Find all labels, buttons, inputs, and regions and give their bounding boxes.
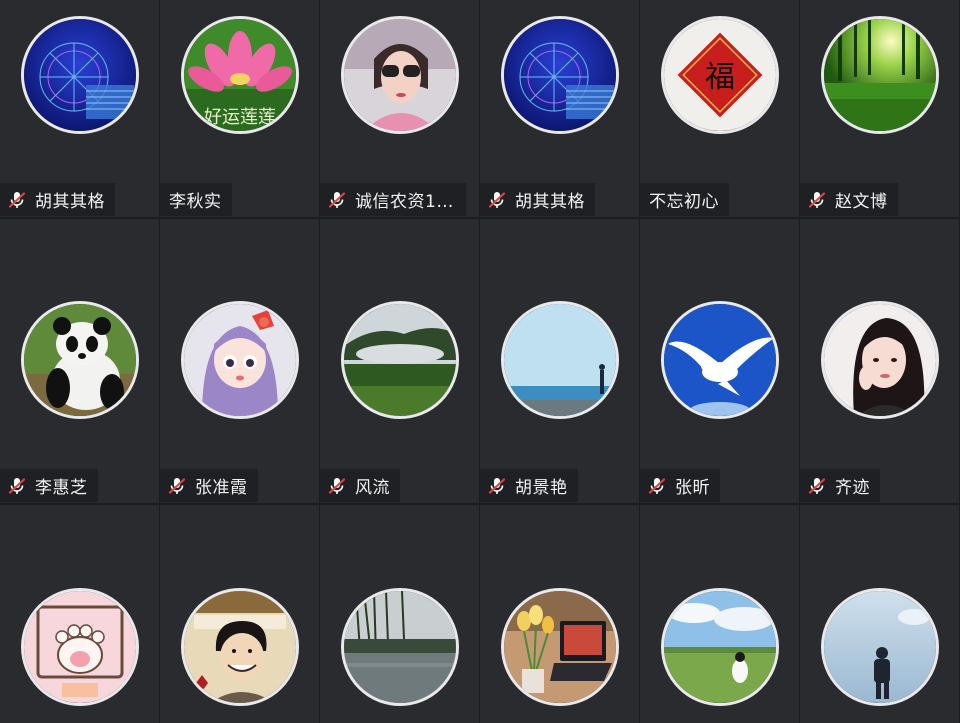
participant-tile[interactable]: 胡其其格 bbox=[480, 0, 639, 217]
forest-avatar-image bbox=[823, 19, 936, 131]
woman-portrait-avatar-image bbox=[823, 304, 936, 416]
avatar bbox=[820, 16, 939, 134]
avatar bbox=[500, 588, 619, 706]
participant-name: 李惠芝 bbox=[35, 478, 88, 498]
participant-namebar: 张准霞 bbox=[160, 469, 258, 502]
participant-tile[interactable] bbox=[0, 505, 159, 723]
participant-namebar: 李秋实 bbox=[160, 183, 232, 216]
participant-tile[interactable]: 齐迹 bbox=[800, 219, 959, 503]
participant-tile[interactable] bbox=[640, 505, 799, 723]
avatar bbox=[820, 588, 939, 706]
participant-name: 不忘初心 bbox=[649, 192, 719, 212]
mic-muted-icon[interactable] bbox=[487, 190, 507, 210]
participant-name: 诚信农资13… bbox=[355, 192, 456, 212]
woman-sunglasses-avatar-image bbox=[343, 19, 456, 131]
mic-muted-icon[interactable] bbox=[7, 190, 27, 210]
ferris-wheel-avatar-image bbox=[503, 19, 616, 131]
participant-name: 张昕 bbox=[675, 478, 710, 498]
mic-muted-icon[interactable] bbox=[327, 190, 347, 210]
mic-muted-icon[interactable] bbox=[807, 476, 827, 496]
participant-tile[interactable] bbox=[160, 505, 319, 723]
panda-avatar-image bbox=[23, 304, 136, 416]
mic-muted-icon[interactable] bbox=[7, 476, 27, 496]
avatar bbox=[20, 16, 139, 134]
participant-tile[interactable]: 李惠芝 bbox=[0, 219, 159, 503]
mic-muted-icon[interactable] bbox=[327, 476, 347, 496]
avatar bbox=[500, 16, 619, 134]
svg-text:福: 福 bbox=[705, 60, 735, 95]
participant-name: 张准霞 bbox=[195, 478, 248, 498]
participant-tile[interactable]: 诚信农资13… bbox=[320, 0, 479, 217]
participant-name: 赵文博 bbox=[835, 192, 888, 212]
participant-tile[interactable]: 张准霞 bbox=[160, 219, 319, 503]
participant-tile[interactable] bbox=[800, 505, 959, 723]
participant-namebar: 胡景艳 bbox=[480, 469, 578, 502]
participant-tile[interactable]: 张昕 bbox=[640, 219, 799, 503]
participant-tile[interactable] bbox=[480, 505, 639, 723]
svg-text:好运莲莲: 好运莲莲 bbox=[204, 107, 276, 128]
cartoon-girl-avatar-image bbox=[183, 304, 296, 416]
participant-namebar: 风流 bbox=[320, 469, 400, 502]
seaside-avatar-image bbox=[503, 304, 616, 416]
participant-tile[interactable]: 胡其其格 bbox=[0, 0, 159, 217]
mic-muted-icon[interactable] bbox=[647, 476, 667, 496]
participant-name: 李秋实 bbox=[169, 192, 222, 212]
meadow-avatar-image bbox=[663, 591, 776, 703]
dove-avatar-image bbox=[663, 304, 776, 416]
participant-name: 胡其其格 bbox=[515, 192, 585, 212]
mic-muted-icon[interactable] bbox=[167, 476, 187, 496]
participant-tile[interactable]: 风流 bbox=[320, 219, 479, 503]
tulips-laptop-avatar-image bbox=[503, 591, 616, 703]
participant-namebar: 胡其其格 bbox=[0, 183, 115, 216]
participant-namebar: 齐迹 bbox=[800, 469, 880, 502]
avatar bbox=[340, 301, 459, 419]
fu-character-avatar-image: 福 bbox=[663, 19, 776, 131]
ferris-wheel-avatar-image bbox=[23, 19, 136, 131]
participant-tile[interactable]: 好运莲莲 李秋实 bbox=[160, 0, 319, 217]
avatar: 福 bbox=[660, 16, 779, 134]
avatar: 好运莲莲 bbox=[180, 16, 299, 134]
cat-paw-avatar-image bbox=[23, 591, 136, 703]
participant-name: 齐迹 bbox=[835, 478, 870, 498]
avatar bbox=[340, 588, 459, 706]
mic-muted-icon[interactable] bbox=[807, 190, 827, 210]
avatar bbox=[340, 16, 459, 134]
cartoon-man-avatar-image bbox=[183, 591, 296, 703]
participant-namebar: 赵文博 bbox=[800, 183, 898, 216]
participant-namebar: 张昕 bbox=[640, 469, 720, 502]
avatar bbox=[660, 301, 779, 419]
mountain-lake-avatar-image bbox=[343, 304, 456, 416]
participant-namebar: 李惠芝 bbox=[0, 469, 98, 502]
avatar bbox=[180, 301, 299, 419]
participant-name: 风流 bbox=[355, 478, 390, 498]
participant-namebar: 不忘初心 bbox=[640, 183, 729, 216]
river-willow-avatar-image bbox=[343, 591, 456, 703]
avatar bbox=[20, 301, 139, 419]
participant-tile[interactable]: 胡景艳 bbox=[480, 219, 639, 503]
avatar bbox=[820, 301, 939, 419]
avatar bbox=[180, 588, 299, 706]
avatar bbox=[500, 301, 619, 419]
avatar bbox=[660, 588, 779, 706]
participant-namebar: 诚信农资13… bbox=[320, 183, 466, 216]
lotus-avatar-image: 好运莲莲 bbox=[183, 19, 296, 131]
participant-name: 胡其其格 bbox=[35, 192, 105, 212]
participant-namebar: 胡其其格 bbox=[480, 183, 595, 216]
sky-silhouette-avatar-image bbox=[823, 591, 936, 703]
participant-tile[interactable] bbox=[320, 505, 479, 723]
participant-grid: 胡其其格 好运莲莲 李秋实 诚信农资13… 胡其其格 福 不忘初心 赵文博 李惠… bbox=[0, 0, 960, 723]
avatar bbox=[20, 588, 139, 706]
participant-name: 胡景艳 bbox=[515, 478, 568, 498]
mic-muted-icon[interactable] bbox=[487, 476, 507, 496]
participant-tile[interactable]: 赵文博 bbox=[800, 0, 959, 217]
participant-tile[interactable]: 福 不忘初心 bbox=[640, 0, 799, 217]
